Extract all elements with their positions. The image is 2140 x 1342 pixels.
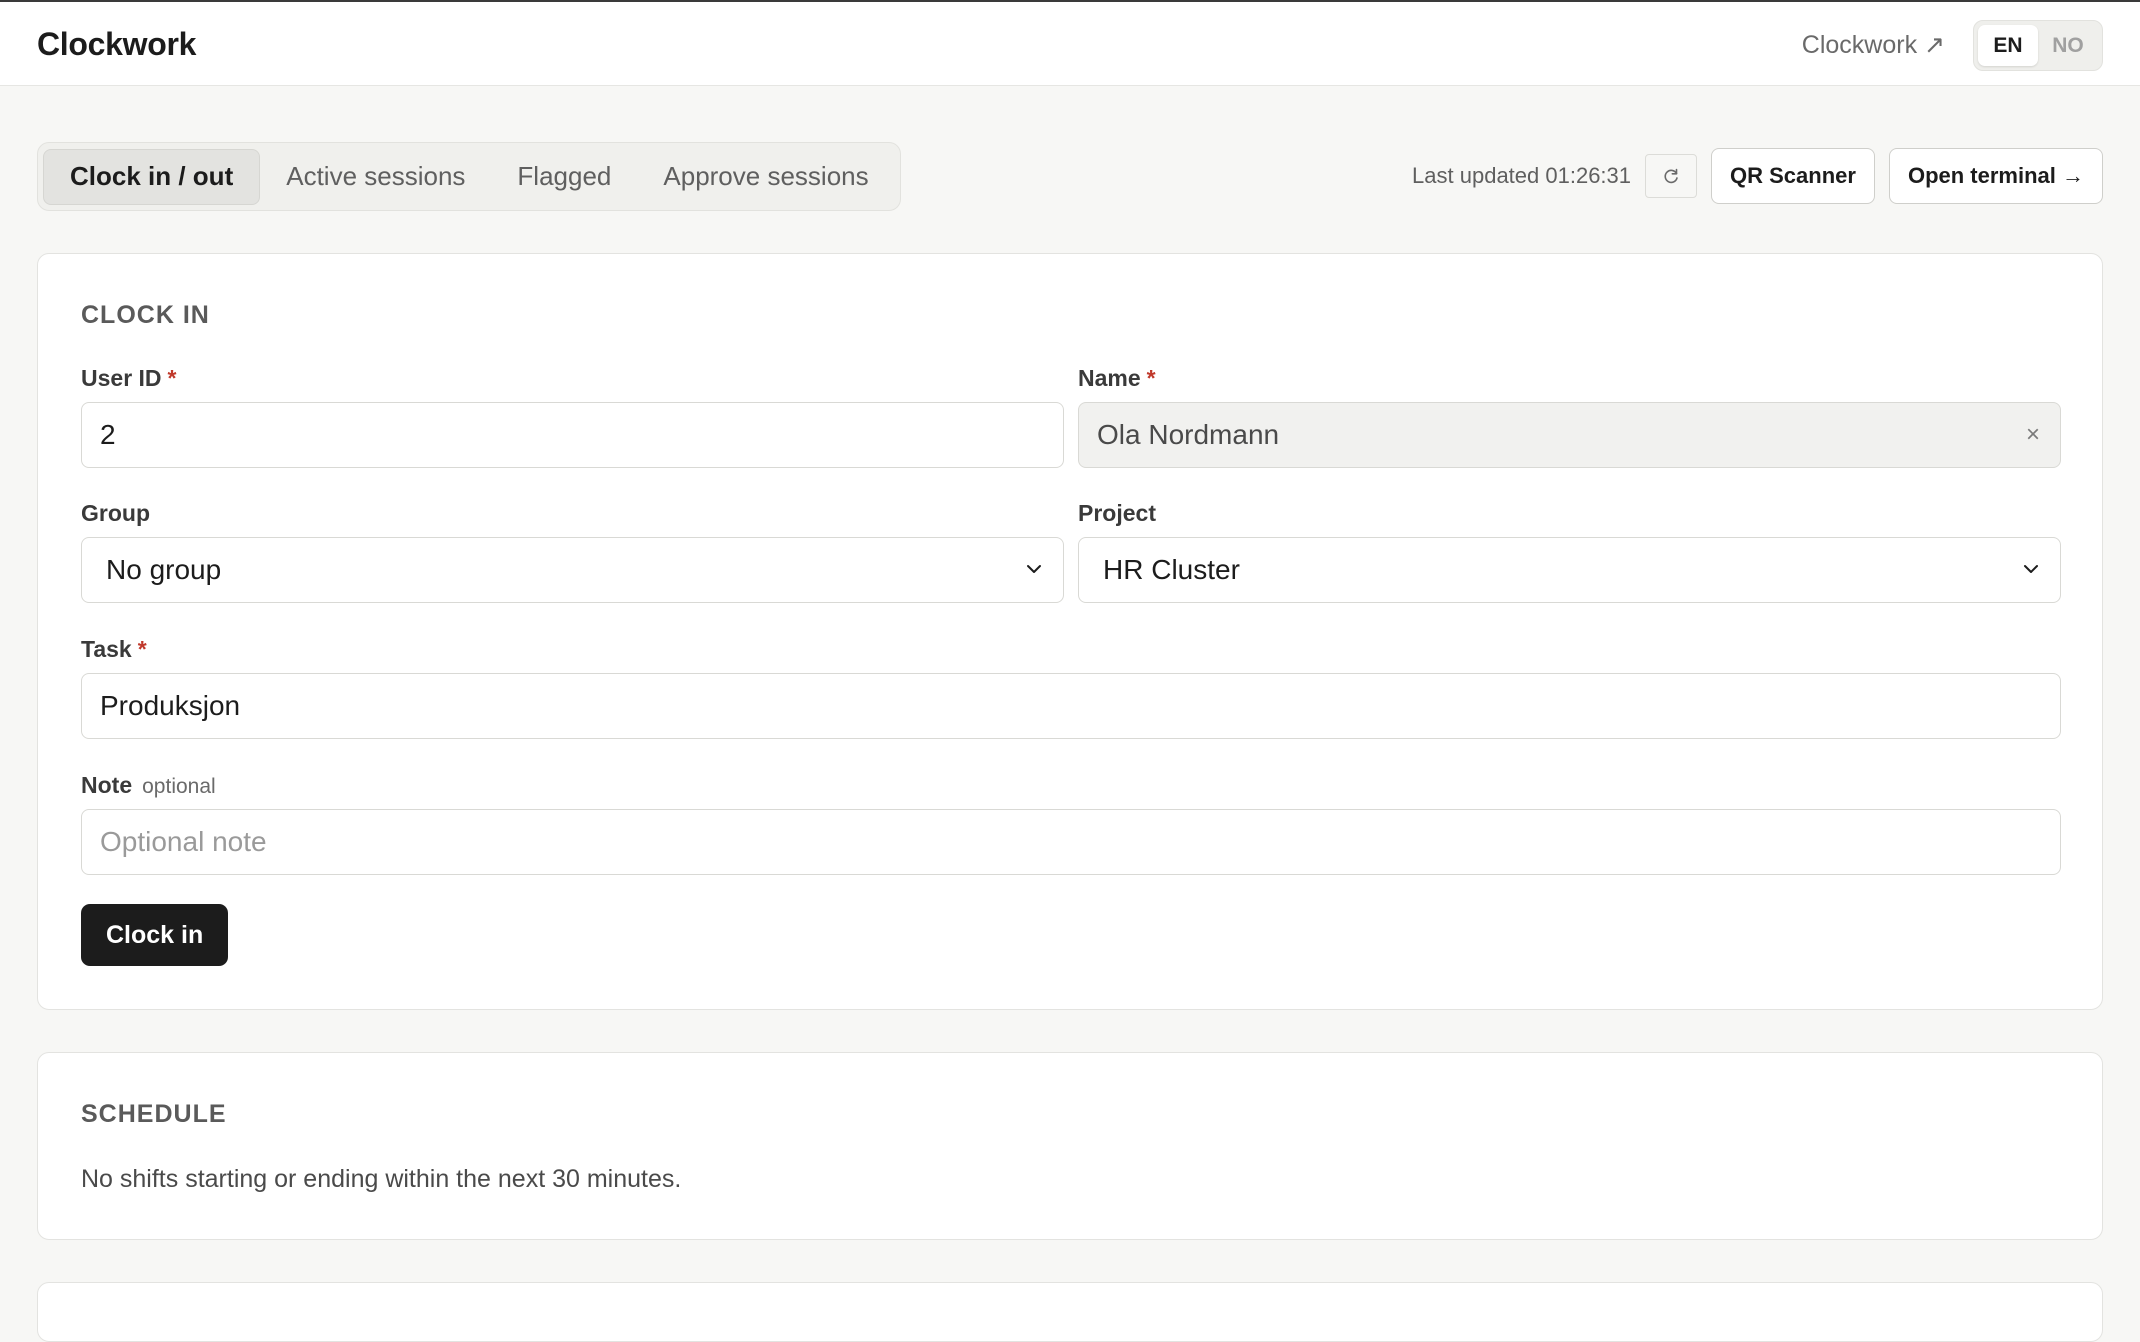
user-id-input[interactable]: 2 (81, 402, 1064, 468)
tab-active-sessions[interactable]: Active sessions (260, 149, 491, 205)
clock-in-card: CLOCK IN User ID * 2 Name * Ola Nordmann ×… (37, 253, 2103, 1010)
group-label: Group (81, 500, 150, 526)
tab-clock-in-out[interactable]: Clock in / out (43, 148, 261, 205)
chevron-down-icon (1027, 565, 1041, 573)
top-bar: Clockwork Clockwork ↗ EN NO (0, 0, 2140, 86)
task-label: Task * (81, 636, 147, 662)
group-select[interactable]: No group (81, 537, 1064, 603)
project-label: Project (1078, 500, 1156, 526)
note-label: Note optional (81, 772, 216, 798)
note-placeholder: Optional note (100, 826, 267, 857)
tab-flagged[interactable]: Flagged (491, 149, 637, 205)
app-brand[interactable]: Clockwork (37, 26, 196, 63)
language-no-button[interactable]: NO (2038, 25, 2098, 66)
required-mark: * (1146, 365, 1156, 391)
open-terminal-button[interactable]: Open terminal → (1888, 148, 2103, 204)
name-label: Name * (1078, 365, 1156, 391)
project-select[interactable]: HR Cluster (1078, 537, 2061, 603)
main-tabs: Clock in / out Active sessions Flagged A… (37, 142, 901, 211)
schedule-title: SCHEDULE (81, 1100, 227, 1128)
required-mark: * (137, 636, 147, 662)
toolbar: Last updated 01:26:31 QR Scanner Open te… (1412, 148, 2103, 204)
last-updated-text: Last updated 01:26:31 (1412, 163, 1632, 188)
external-clockwork-link[interactable]: Clockwork ↗ (1802, 30, 1945, 60)
clock-in-title: CLOCK IN (81, 301, 210, 329)
note-input[interactable]: Optional note (81, 809, 2061, 875)
clear-name-icon[interactable]: × (2026, 421, 2040, 449)
next-card (37, 1282, 2103, 1342)
task-input[interactable]: Produksjon (81, 673, 2061, 739)
tab-approve-sessions[interactable]: Approve sessions (637, 149, 894, 205)
language-en-button[interactable]: EN (1978, 25, 2038, 66)
clock-in-button[interactable]: Clock in (81, 904, 229, 966)
refresh-button[interactable] (1645, 154, 1698, 198)
chevron-down-icon (2024, 565, 2038, 573)
name-input[interactable]: Ola Nordmann × (1078, 402, 2061, 468)
language-toggle: EN NO (1973, 20, 2103, 71)
user-id-label: User ID * (81, 365, 177, 391)
schedule-message: No shifts starting or ending within the … (81, 1165, 682, 1193)
optional-hint: optional (142, 775, 216, 798)
schedule-card: SCHEDULE No shifts starting or ending wi… (37, 1052, 2103, 1240)
qr-scanner-button[interactable]: QR Scanner (1711, 148, 1875, 204)
refresh-icon (1664, 168, 1678, 184)
required-mark: * (167, 365, 177, 391)
